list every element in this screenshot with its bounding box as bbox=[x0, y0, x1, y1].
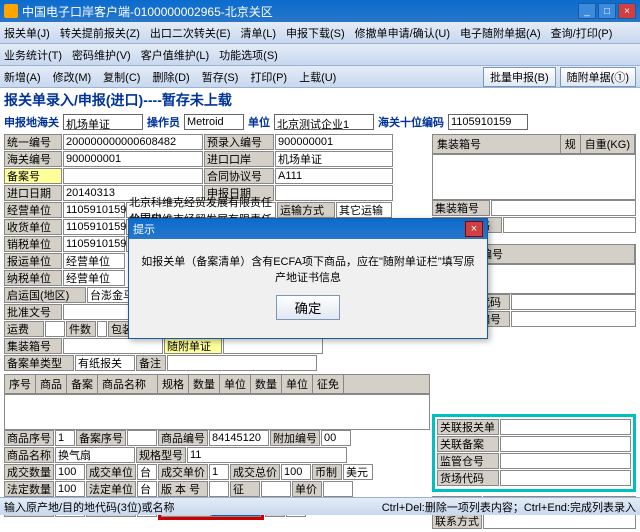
menu-item[interactable]: 修撤单申请/确认(U) bbox=[355, 25, 450, 41]
v-ns[interactable]: 经营单位 bbox=[63, 270, 125, 286]
menu-item[interactable]: 功能选项(S) bbox=[219, 47, 278, 63]
menu-item[interactable]: 业务统计(T) bbox=[4, 47, 62, 63]
v-bz2[interactable] bbox=[167, 355, 317, 371]
item-grid[interactable] bbox=[4, 394, 430, 430]
container-head: 集装箱号规自重(KG) bbox=[432, 134, 636, 154]
lbl-declare-place: 申报地海关 bbox=[4, 114, 59, 130]
v-sh[interactable]: 1105910159 bbox=[63, 219, 125, 235]
v-port[interactable]: 机场单证 bbox=[275, 151, 393, 167]
v-pre[interactable]: 900000001 bbox=[275, 134, 393, 150]
v-ht[interactable]: A111 bbox=[275, 168, 393, 184]
menu-item[interactable]: 出口二次转关(E) bbox=[150, 25, 231, 41]
statusbar: 输入原产地/目的地代码(3位)或名称 Ctrl+Del:删除一项列表内容；Ctr… bbox=[0, 497, 640, 515]
relation-box: 关联报关单 关联备案 监管仓号 货场代码 bbox=[432, 414, 636, 492]
tb-save[interactable]: 暂存(S) bbox=[202, 69, 239, 85]
tb-del[interactable]: 删除(D) bbox=[152, 69, 189, 85]
menu-item[interactable]: 清单(L) bbox=[241, 25, 276, 41]
tb-copy[interactable]: 复制(C) bbox=[103, 69, 140, 85]
v-sb[interactable] bbox=[275, 185, 393, 201]
tb-print[interactable]: 打印(P) bbox=[250, 69, 287, 85]
maximize-button[interactable]: □ bbox=[598, 3, 616, 19]
v-by[interactable]: 经营单位 bbox=[63, 253, 125, 269]
dialog-close-icon[interactable]: × bbox=[465, 221, 483, 237]
close-button[interactable]: × bbox=[618, 3, 636, 19]
dialog-title: 提示 bbox=[133, 221, 155, 237]
v-hg[interactable]: 900000001 bbox=[63, 151, 203, 167]
batch-declare-button[interactable]: 批量申报(B) bbox=[483, 67, 556, 87]
menu-item[interactable]: 查询/打印(P) bbox=[551, 25, 613, 41]
status-left: 输入原产地/目的地代码(3位)或名称 bbox=[4, 499, 175, 515]
menubar2: 业务统计(T) 密码维护(V) 客户值维护(L) 功能选项(S) bbox=[0, 44, 640, 66]
menu-item[interactable]: 密码维护(V) bbox=[72, 47, 131, 63]
lbl-unit: 单位 bbox=[248, 114, 270, 130]
item-grid-head: 序号商品备案商品名称规格数量单位数量单位征免 bbox=[4, 374, 430, 394]
v-sf[interactable] bbox=[223, 338, 323, 354]
v-jy[interactable]: 1105910159 bbox=[63, 202, 125, 218]
lbl-operator: 操作员 bbox=[147, 114, 180, 130]
menu-item[interactable]: 报关单(J) bbox=[4, 25, 50, 41]
fld-declare-place[interactable]: 机场单证 bbox=[63, 114, 143, 130]
v-js[interactable] bbox=[97, 321, 107, 337]
menu-item[interactable]: 转关提前报关(Z) bbox=[60, 25, 140, 41]
tb-upload[interactable]: 上载(U) bbox=[299, 69, 336, 85]
fld-unit: 北京测试企业1 bbox=[274, 114, 374, 130]
v-xs[interactable]: 1105910159 bbox=[63, 236, 125, 252]
menu-item[interactable]: 客户值维护(L) bbox=[141, 47, 209, 63]
page-title: 报关单录入/申报(进口)----暂存未上载 bbox=[4, 90, 232, 110]
menu-item[interactable]: 申报下载(S) bbox=[286, 25, 345, 41]
fld-customs10: 1105910159 bbox=[448, 114, 528, 130]
tb-new[interactable]: 新增(A) bbox=[4, 69, 41, 85]
minimize-button[interactable]: _ bbox=[578, 3, 596, 19]
dialog-message: 如报关单（备案清单）含有ECFA项下商品，应在"随附单证栏"填写原产地证书信息 bbox=[139, 253, 477, 285]
menu-item[interactable]: 电子随附单据(A) bbox=[460, 25, 541, 41]
fld-operator: Metroid bbox=[184, 114, 244, 130]
v-bat[interactable]: 有纸报关 bbox=[75, 355, 135, 371]
v-uni[interactable]: 200000000000608482 bbox=[63, 134, 203, 150]
attach-button[interactable]: 随附单据(①) bbox=[560, 67, 636, 87]
lbl-customs10: 海关十位编码 bbox=[378, 114, 444, 130]
v-jz[interactable] bbox=[63, 338, 163, 354]
titlebar: 中国电子口岸客户端-0100000002965-北京关区 _ □ × bbox=[0, 0, 640, 22]
toolbar: 新增(A) 修改(M) 复制(C) 删除(D) 暂存(S) 打印(P) 上载(U… bbox=[0, 66, 640, 88]
app-icon bbox=[4, 4, 18, 18]
dialog-ok-button[interactable]: 确定 bbox=[276, 295, 341, 320]
alert-dialog: 提示 × 如报关单（备案清单）含有ECFA项下商品，应在"随附单证栏"填写原产地证… bbox=[128, 218, 488, 339]
v-ba[interactable] bbox=[63, 168, 203, 184]
window-title: 中国电子口岸客户端-0100000002965-北京关区 bbox=[22, 3, 578, 20]
v-ys[interactable]: 其它运输 bbox=[336, 202, 392, 218]
tb-edit[interactable]: 修改(M) bbox=[53, 69, 92, 85]
menubar: 报关单(J) 转关提前报关(Z) 出口二次转关(E) 清单(L) 申报下载(S)… bbox=[0, 22, 640, 44]
status-right: Ctrl+Del:删除一项列表内容；Ctrl+End:完成列表录入 bbox=[382, 499, 636, 515]
